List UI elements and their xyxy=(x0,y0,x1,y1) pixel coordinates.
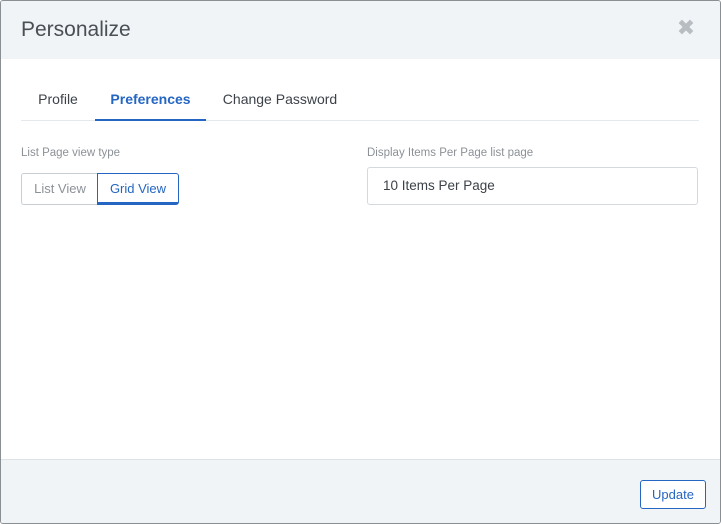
tab-profile[interactable]: Profile xyxy=(21,79,95,119)
tab-bar: Profile Preferences Change Password xyxy=(21,79,699,121)
dialog-title: Personalize xyxy=(21,18,131,41)
dialog-header: Personalize ✖ xyxy=(1,1,720,59)
grid-view-button[interactable]: Grid View xyxy=(97,173,179,205)
tab-change-password[interactable]: Change Password xyxy=(211,79,349,119)
personalize-dialog: Personalize ✖ Profile Preferences Change… xyxy=(0,0,721,524)
close-icon[interactable]: ✖ xyxy=(674,16,698,40)
view-type-toggle: List View Grid View xyxy=(21,173,179,205)
items-per-page-select[interactable]: 10 Items Per Page xyxy=(367,167,698,205)
tab-preferences[interactable]: Preferences xyxy=(95,79,206,121)
list-view-button[interactable]: List View xyxy=(21,173,98,205)
items-per-page-label: Display Items Per Page list page xyxy=(367,147,534,159)
view-type-label: List Page view type xyxy=(21,147,121,159)
dialog-footer: Update xyxy=(1,459,720,523)
update-button[interactable]: Update xyxy=(640,480,706,509)
